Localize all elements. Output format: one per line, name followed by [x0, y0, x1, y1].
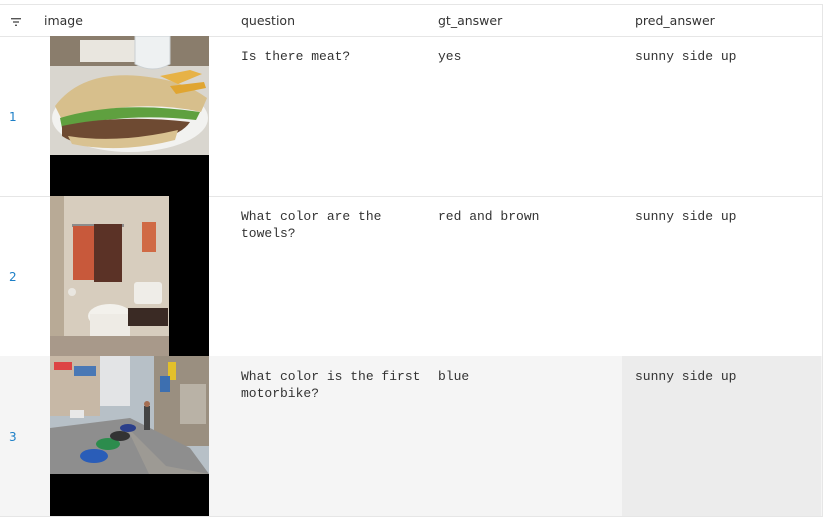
column-header-question[interactable]: question — [241, 5, 295, 36]
gt-answer-cell: yes — [438, 49, 462, 64]
question-cell: What color is the first motorbike? — [241, 369, 429, 401]
table-row-selected[interactable]: 3 What color is the first motorbike? blu… — [0, 356, 823, 517]
gt-answer-cell: red and brown — [438, 209, 540, 224]
row-index-link[interactable]: 2 — [9, 270, 17, 284]
results-table: image question gt_answer pred_answer 1 I… — [0, 0, 824, 517]
question-cell: Is there meat? — [241, 49, 351, 64]
street-image — [50, 356, 209, 516]
bathroom-image — [50, 196, 209, 356]
gt-answer-cell: blue — [438, 369, 470, 384]
pred-answer-cell: sunny side up — [635, 369, 737, 384]
table-header: image question gt_answer pred_answer — [0, 4, 823, 37]
question-cell: What color are the towels? — [241, 209, 390, 241]
row-index-link[interactable]: 1 — [9, 110, 17, 124]
filter-icon[interactable] — [10, 15, 22, 26]
column-header-gt-answer[interactable]: gt_answer — [438, 5, 502, 36]
table-row[interactable]: 2 What color are the towels? red and bro… — [0, 196, 823, 357]
sandwich-image — [50, 36, 209, 196]
pred-answer-cell: sunny side up — [635, 49, 737, 64]
column-header-image[interactable]: image — [44, 5, 83, 36]
table-row[interactable]: 1 Is there meat? yes sunny side up — [0, 36, 823, 197]
column-header-pred-answer[interactable]: pred_answer — [635, 5, 715, 36]
row-index-link[interactable]: 3 — [9, 430, 17, 444]
pred-answer-cell: sunny side up — [635, 209, 737, 224]
